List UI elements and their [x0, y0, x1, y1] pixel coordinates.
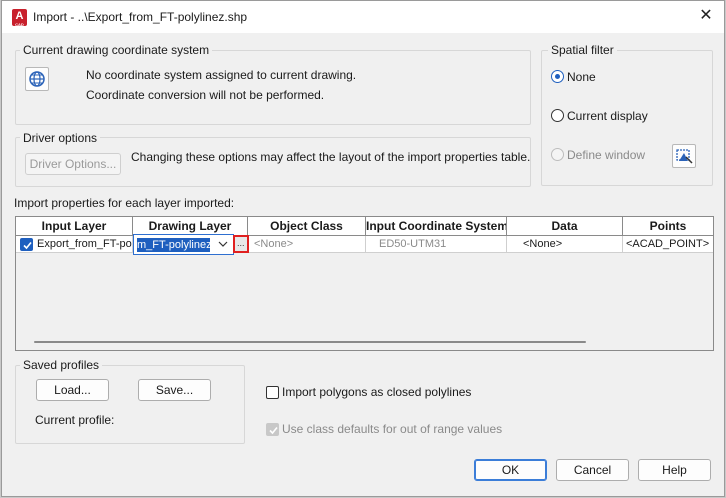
- grid-header: Input Layer Drawing Layer Object Class I…: [16, 217, 713, 236]
- coordinate-system-message-2: Coordinate conversion will not be perfor…: [86, 88, 325, 102]
- load-profile-button[interactable]: Load...: [36, 379, 109, 401]
- coordinate-system-message-1: No coordinate system assigned to current…: [86, 68, 357, 82]
- autocad-app-icon: A CAD: [12, 9, 27, 27]
- help-button[interactable]: Help: [638, 459, 711, 481]
- drawing-layer-combo[interactable]: m_FT-polylinez: [133, 234, 234, 255]
- spatial-filter-current-display-label[interactable]: Current display: [567, 109, 648, 123]
- class-defaults-checkbox: [266, 423, 279, 436]
- coordinate-system-button[interactable]: [25, 67, 49, 91]
- closed-polylines-label[interactable]: Import polygons as closed polylines: [282, 385, 471, 399]
- window-title: Import - ..\Export_from_FT-polylinez.shp: [33, 10, 248, 24]
- input-coordinate-system-cell[interactable]: ED50-UTM31: [366, 236, 507, 253]
- app-icon-letter: A: [15, 10, 24, 22]
- column-data[interactable]: Data: [507, 217, 623, 236]
- input-layer-name: Export_from_FT-pol: [37, 238, 133, 250]
- current-profile-label: Current profile:: [35, 413, 115, 427]
- driver-options-note: Changing these options may affect the la…: [131, 150, 531, 164]
- app-icon-sub: CAD: [15, 22, 24, 27]
- checkmark-icon: [269, 426, 278, 435]
- title-bar: A CAD Import - ..\Export_from_FT-polylin…: [2, 1, 724, 33]
- object-class-cell[interactable]: <None>: [252, 236, 366, 253]
- import-properties-label: Import properties for each layer importe…: [14, 196, 235, 210]
- chevron-down-icon: [218, 241, 228, 247]
- saved-profiles-group: [15, 365, 245, 444]
- close-icon[interactable]: ✕: [694, 5, 718, 29]
- data-cell[interactable]: <None>: [507, 236, 623, 253]
- table-row[interactable]: Export_from_FT-pol m_FT-polylinez ... <N…: [16, 234, 713, 255]
- spatial-filter-none-radio[interactable]: [551, 70, 564, 83]
- points-cell[interactable]: <ACAD_POINT>: [623, 236, 713, 253]
- saved-profiles-group-label: Saved profiles: [20, 358, 103, 372]
- checkmark-icon: [23, 241, 32, 250]
- define-window-button[interactable]: [672, 144, 696, 168]
- drawing-layer-value[interactable]: m_FT-polylinez: [137, 238, 210, 252]
- spatial-filter-define-window-label: Define window: [567, 148, 646, 162]
- spatial-filter-group-label: Spatial filter: [548, 43, 617, 57]
- import-properties-grid: Input Layer Drawing Layer Object Class I…: [15, 216, 714, 351]
- column-object-class[interactable]: Object Class: [248, 217, 366, 236]
- layer-include-checkbox[interactable]: [20, 238, 33, 251]
- column-input-coordinate-system[interactable]: Input Coordinate System: [366, 217, 507, 236]
- driver-options-button: Driver Options...: [25, 153, 121, 175]
- class-defaults-label: Use class defaults for out of range valu…: [282, 422, 503, 436]
- save-profile-button[interactable]: Save...: [138, 379, 211, 401]
- closed-polylines-checkbox[interactable]: [266, 386, 279, 399]
- import-dialog: A CAD Import - ..\Export_from_FT-polylin…: [1, 0, 725, 497]
- driver-options-group-label: Driver options: [20, 131, 101, 145]
- globe-icon: [29, 71, 45, 87]
- ok-button[interactable]: OK: [474, 459, 547, 481]
- spatial-filter-none-label[interactable]: None: [567, 70, 596, 84]
- spatial-filter-define-window-radio: [551, 148, 564, 161]
- column-points[interactable]: Points: [623, 217, 713, 236]
- input-layer-cell: Export_from_FT-pol: [16, 236, 133, 253]
- spatial-filter-current-display-radio[interactable]: [551, 109, 564, 122]
- coordinate-system-group-label: Current drawing coordinate system: [20, 43, 213, 57]
- cancel-button[interactable]: Cancel: [556, 459, 629, 481]
- horizontal-scrollbar[interactable]: [34, 341, 586, 343]
- define-window-icon: [676, 149, 693, 164]
- drawing-layer-ellipsis-button[interactable]: ...: [233, 235, 249, 253]
- column-input-layer[interactable]: Input Layer: [16, 217, 133, 236]
- ellipsis-icon: ...: [237, 238, 245, 248]
